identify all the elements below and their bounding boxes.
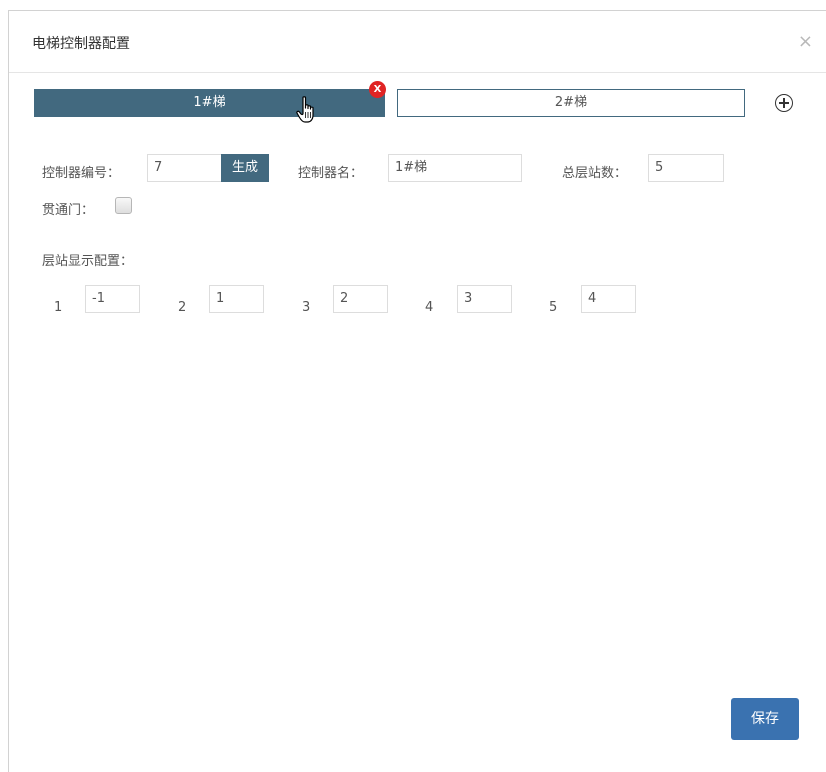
tab-elevator-1[interactable]: 1#梯 [34, 89, 385, 117]
controller-number-input[interactable]: 7 [147, 154, 223, 182]
floor-display-input[interactable]: 1 [209, 285, 264, 313]
dialog-title: 电梯控制器配置 [32, 36, 130, 52]
floor-index: 1 [54, 300, 63, 315]
controller-number-label: 控制器编号： [42, 166, 121, 181]
floor-display-input[interactable]: 3 [457, 285, 512, 313]
controller-name-label: 控制器名： [298, 166, 364, 181]
floor-index: 5 [549, 300, 558, 315]
floor-display-input[interactable]: 2 [333, 285, 388, 313]
floor-index: 3 [302, 300, 311, 315]
elevator-controller-config-dialog: 电梯控制器配置 × [8, 10, 826, 772]
floor-index: 2 [178, 300, 187, 315]
floor-index: 4 [425, 300, 434, 315]
add-tab-icon[interactable] [775, 94, 793, 112]
floor-display-input[interactable]: 4 [581, 285, 636, 313]
remove-tab-icon[interactable]: X [369, 81, 386, 98]
close-icon[interactable]: × [798, 31, 813, 52]
hand-cursor-icon [296, 96, 314, 123]
total-floors-input[interactable]: 5 [648, 154, 724, 182]
controller-name-input[interactable]: 1#梯 [388, 154, 522, 182]
save-button[interactable]: 保存 [731, 698, 799, 740]
dialog-header: 电梯控制器配置 × [9, 11, 826, 73]
tab-elevator-2[interactable]: 2#梯 [397, 89, 745, 117]
total-floors-label: 总层站数： [562, 166, 628, 181]
through-door-label: 贯通门： [42, 203, 95, 218]
generate-button[interactable]: 生成 [221, 154, 269, 182]
floor-display-input[interactable]: -1 [85, 285, 140, 313]
floor-display-config-label: 层站显示配置： [42, 254, 134, 269]
through-door-checkbox[interactable] [115, 197, 132, 214]
